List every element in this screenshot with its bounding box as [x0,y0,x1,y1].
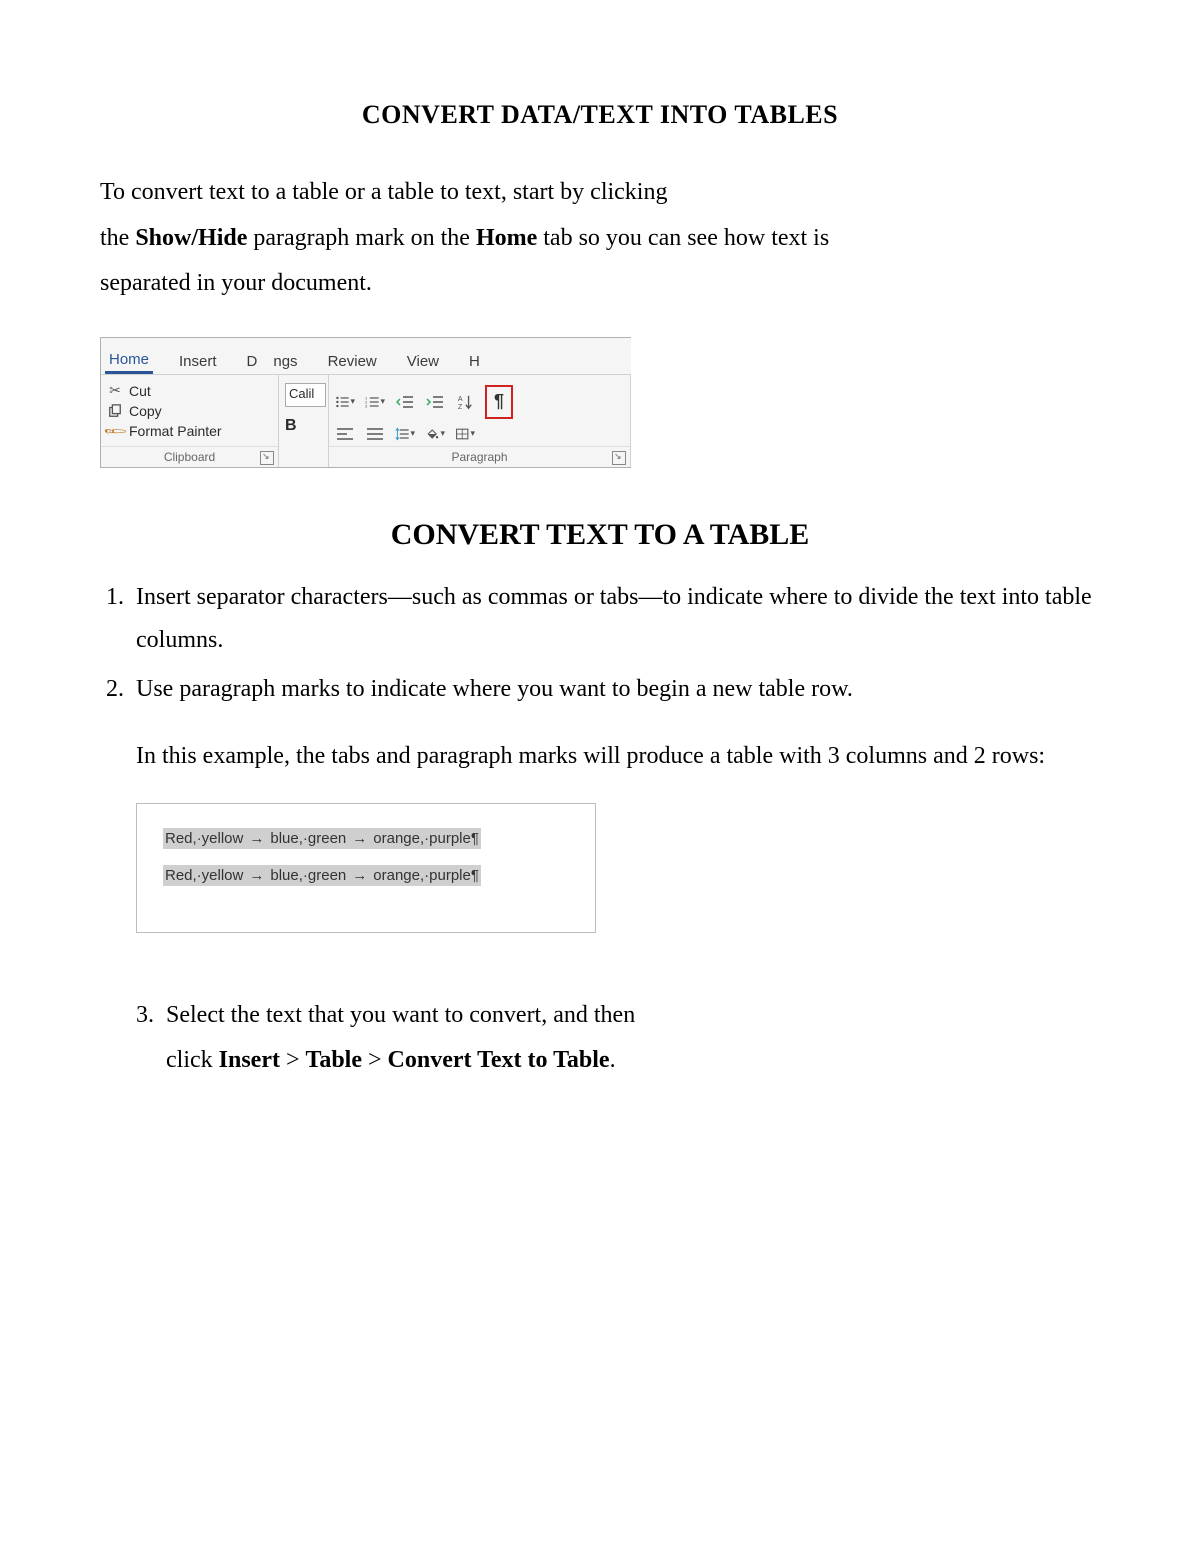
ribbon-screenshot: Home Insert D ngs Review View H ✂ Cut [100,337,1100,468]
decrease-indent-button[interactable] [395,393,415,411]
example-cell: Red,·yellow [165,830,243,847]
borders-button[interactable]: ▾ [455,425,475,443]
show-hide-pilcrow-button[interactable]: ¶ [485,385,513,419]
clipboard-dialog-launcher-icon[interactable] [260,451,274,465]
list-item: Use paragraph marks to indicate where yo… [130,668,1100,711]
increase-indent-button[interactable] [425,393,445,411]
paragraph-title: Paragraph [329,446,630,467]
tab-truncated-h[interactable]: H [465,347,484,374]
dot: . [610,1047,616,1073]
step3-number: 3. [136,1002,154,1028]
step-3: 3. Select the text that you want to conv… [136,993,1100,1084]
step3-text-a: Select the text that you want to convert… [166,1002,635,1028]
ribbon-body: ✂ Cut Copy 🖌 Format Painter Clip [101,375,631,467]
ribbon: Home Insert D ngs Review View H ✂ Cut [100,337,631,468]
chevron-down-icon: ▾ [470,428,475,439]
example-cell: blue,·green [270,830,346,847]
paragraph-dialog-launcher-icon[interactable] [612,451,626,465]
chevron-down-icon: ▾ [440,428,445,439]
copy-label: Copy [129,403,162,419]
numbered-list: Insert separator characters—such as comm… [100,576,1100,712]
example-cell: blue,·green [270,867,346,884]
tab-arrow-icon: → [352,867,367,884]
list-item: Insert separator characters—such as comm… [130,576,1100,662]
sort-button[interactable]: AZ [455,393,475,411]
intro-line1: To convert text to a table or a table to… [100,179,667,205]
shading-button[interactable]: ▾ [425,425,445,443]
bullets-button[interactable]: ▾ [335,393,355,411]
clipboard-title-text: Clipboard [164,450,215,464]
tab-arrow-icon: → [249,867,264,884]
group-clipboard: ✂ Cut Copy 🖌 Format Painter Clip [101,375,279,467]
group-font: Calil B [279,375,329,467]
intro-line3: separated in your document. [100,270,372,296]
intro-paragraph: To convert text to a table or a table to… [100,170,1100,307]
tab-arrow-icon: → [352,830,367,847]
intro-line2b: paragraph mark on the [247,225,476,251]
format-painter-label: Format Painter [129,423,222,439]
tab-home[interactable]: Home [105,345,153,374]
cut-label: Cut [129,383,151,399]
format-painter-button[interactable]: 🖌 Format Painter [107,421,272,441]
copy-button[interactable]: Copy [107,401,272,421]
tab-view[interactable]: View [403,347,443,374]
example-line-2: Red,·yellow → blue,·green → orange,·purple¶ [163,865,481,886]
table-label: Table [306,1047,362,1073]
gt1: > [280,1047,306,1073]
align-left-button[interactable] [335,425,355,443]
step3-text-b1: click [166,1047,219,1073]
intro-line2c: tab so you can see how text is [537,225,829,251]
show-hide-label: Show/Hide [135,225,247,251]
example-cell: orange,·purple¶ [373,867,479,884]
intro-line2a: the [100,225,135,251]
format-painter-icon: 🖌 [104,419,127,442]
clipboard-title: Clipboard [101,446,278,467]
example-wrap: Red,·yellow→blue,·green→orange,·purple¶ … [136,803,1100,933]
example-cell: orange,·purple¶ [373,830,479,847]
gt2: > [362,1047,388,1073]
tab-review[interactable]: Review [324,347,381,374]
ribbon-tabs: Home Insert D ngs Review View H [101,338,631,375]
insert-label: Insert [219,1047,280,1073]
svg-text:A: A [458,395,463,403]
group-paragraph: ▾ 123▾ AZ [329,375,631,467]
align-justify-button[interactable] [365,425,385,443]
chevron-down-icon: ▾ [350,396,355,407]
scissors-icon: ✂ [107,383,123,399]
document-page: CONVERT DATA/TEXT INTO TABLES To convert… [0,0,1200,1553]
chevron-down-icon: ▾ [380,396,385,407]
svg-text:Z: Z [458,403,463,410]
home-tab-label: Home [476,225,537,251]
tab-insert[interactable]: Insert [175,347,221,374]
page-title: CONVERT DATA/TEXT INTO TABLES [100,100,1100,130]
example-line-1: Red,·yellow → blue,·green → orange,·purple¶ [163,828,481,849]
line-spacing-button[interactable]: ▾ [395,425,415,443]
tab-truncated-d[interactable]: D [243,347,262,374]
example-box: Red,·yellow→blue,·green→orange,·purple¶ … [136,803,596,933]
paragraph-toolbar: ▾ 123▾ AZ [335,381,624,443]
example-cell: Red,·yellow [165,867,243,884]
tab-arrow-icon: → [249,830,264,847]
svg-text:3: 3 [365,403,368,408]
chevron-down-icon: ▾ [410,428,415,439]
font-name-box[interactable]: Calil [285,383,326,407]
paragraph-title-text: Paragraph [451,450,507,464]
pilcrow-icon: ¶ [494,391,504,412]
example-intro: In this example, the tabs and paragraph … [136,735,1100,778]
section-heading: CONVERT TEXT TO A TABLE [100,518,1100,552]
bold-button[interactable]: B [285,417,322,435]
numbering-button[interactable]: 123▾ [365,393,385,411]
cut-button[interactable]: ✂ Cut [107,381,272,401]
convert-text-to-table-label: Convert Text to Table [388,1047,610,1073]
tab-truncated-ngs[interactable]: ngs [269,347,301,374]
copy-icon [107,403,123,419]
